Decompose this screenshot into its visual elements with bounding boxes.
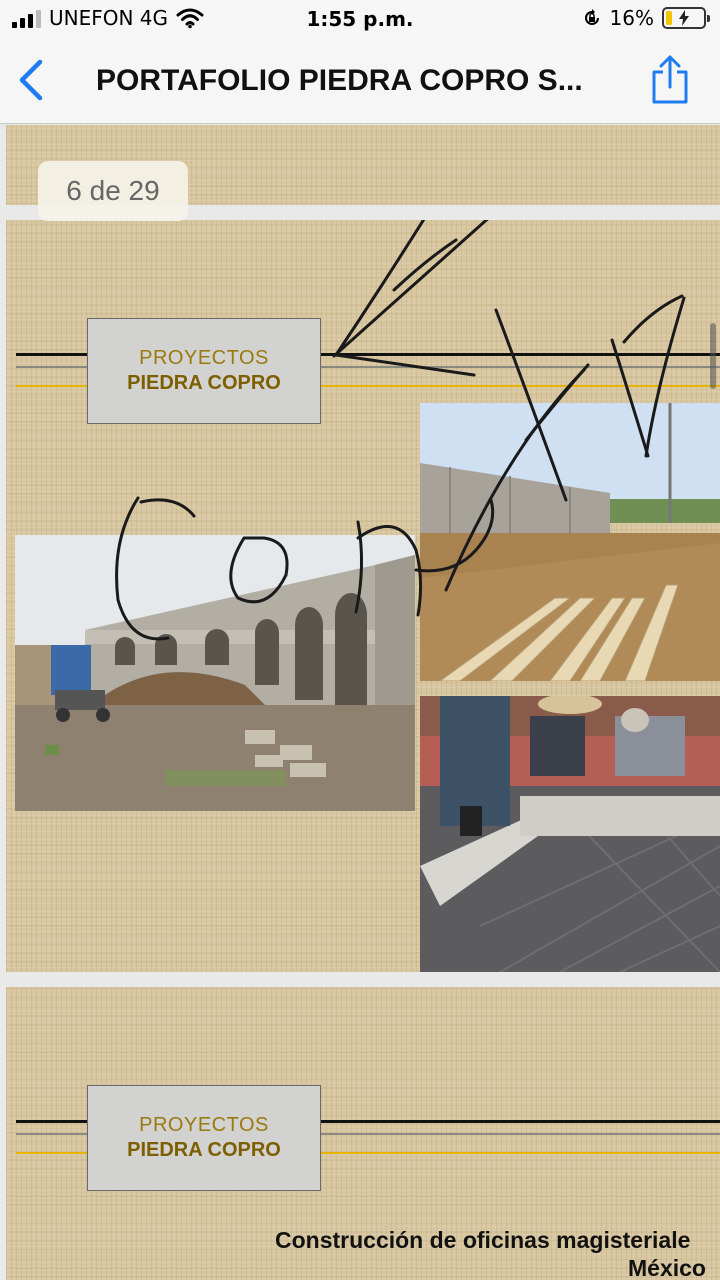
battery-level <box>666 11 672 25</box>
navigation-bar: PORTAFOLIO PIEDRA COPRO S... <box>0 40 720 124</box>
share-icon[interactable] <box>648 54 692 106</box>
orientation-lock-icon <box>584 9 599 25</box>
charging-bolt-icon <box>679 10 689 26</box>
status-right: 16% <box>582 6 710 30</box>
page-caption-line-1: Construcción de oficinas magisteriale <box>275 1227 691 1253</box>
status-bar: UNEFON 4G 1:55 p.m. 16% <box>0 0 720 40</box>
back-chevron-icon[interactable] <box>12 58 52 102</box>
brand-line-2: PIEDRA COPRO <box>127 1139 281 1161</box>
handwritten-annotation <box>115 220 686 641</box>
pdf-page-current: PROYECTOS PIEDRA COPRO <box>6 220 720 972</box>
brand-line-1: PROYECTOS <box>139 1114 269 1136</box>
pdf-page-next: PROYECTOS PIEDRA COPRO Construcción de o… <box>6 987 720 1280</box>
battery-percent: 16% <box>609 6 654 30</box>
document-title: PORTAFOLIO PIEDRA COPRO S... <box>96 64 583 97</box>
brand-box: PROYECTOS PIEDRA COPRO <box>87 1085 321 1191</box>
battery-icon <box>662 7 710 29</box>
page-indicator: 6 de 29 <box>38 161 188 221</box>
scrollbar-thumb[interactable] <box>710 323 716 389</box>
page-caption-line-2: México <box>628 1255 706 1280</box>
document-viewport[interactable]: PROYECTOS PIEDRA COPRO PROYECTOS PIEDRA … <box>0 125 720 1280</box>
